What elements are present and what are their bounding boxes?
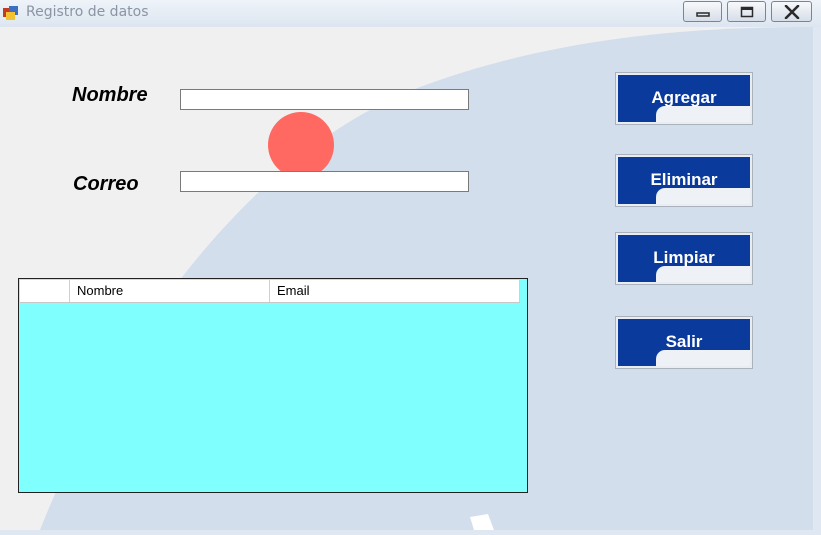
maximize-button[interactable] <box>727 1 766 22</box>
agregar-button[interactable]: Agregar <box>615 72 753 125</box>
decorative-circle <box>268 112 334 178</box>
form-client-area: Nombre Correo Nombre Email Agregar Elimi… <box>0 27 813 530</box>
window-title: Registro de datos <box>26 4 149 20</box>
nombre-input[interactable] <box>180 89 469 110</box>
eliminar-button[interactable]: Eliminar <box>615 154 753 207</box>
salir-button[interactable]: Salir <box>615 316 753 369</box>
limpiar-label: Limpiar <box>653 248 715 267</box>
maximize-icon <box>740 6 753 17</box>
button-notch <box>656 106 750 122</box>
minimize-icon <box>695 11 710 17</box>
close-button[interactable] <box>771 1 812 22</box>
button-notch <box>656 350 750 366</box>
salir-label: Salir <box>665 332 703 351</box>
column-header-email[interactable]: Email <box>270 280 520 302</box>
button-notch <box>656 188 750 204</box>
button-notch <box>656 266 750 282</box>
limpiar-button[interactable]: Limpiar <box>615 232 753 285</box>
row-header-column[interactable] <box>20 280 70 302</box>
grid-header: Nombre Email <box>20 280 520 303</box>
column-header-nombre[interactable]: Nombre <box>70 280 270 302</box>
correo-input[interactable] <box>180 171 469 192</box>
eliminar-label: Eliminar <box>650 170 718 189</box>
correo-label: Correo <box>73 173 139 195</box>
data-grid[interactable]: Nombre Email <box>18 278 528 493</box>
close-icon <box>784 4 799 19</box>
window-frame-bottom <box>0 530 821 535</box>
form-icon <box>3 6 18 20</box>
agregar-label: Agregar <box>651 88 717 107</box>
minimize-button[interactable] <box>683 1 722 22</box>
window-frame-right <box>813 27 821 535</box>
nombre-label: Nombre <box>72 84 148 106</box>
title-bar: Registro de datos <box>0 0 821 27</box>
